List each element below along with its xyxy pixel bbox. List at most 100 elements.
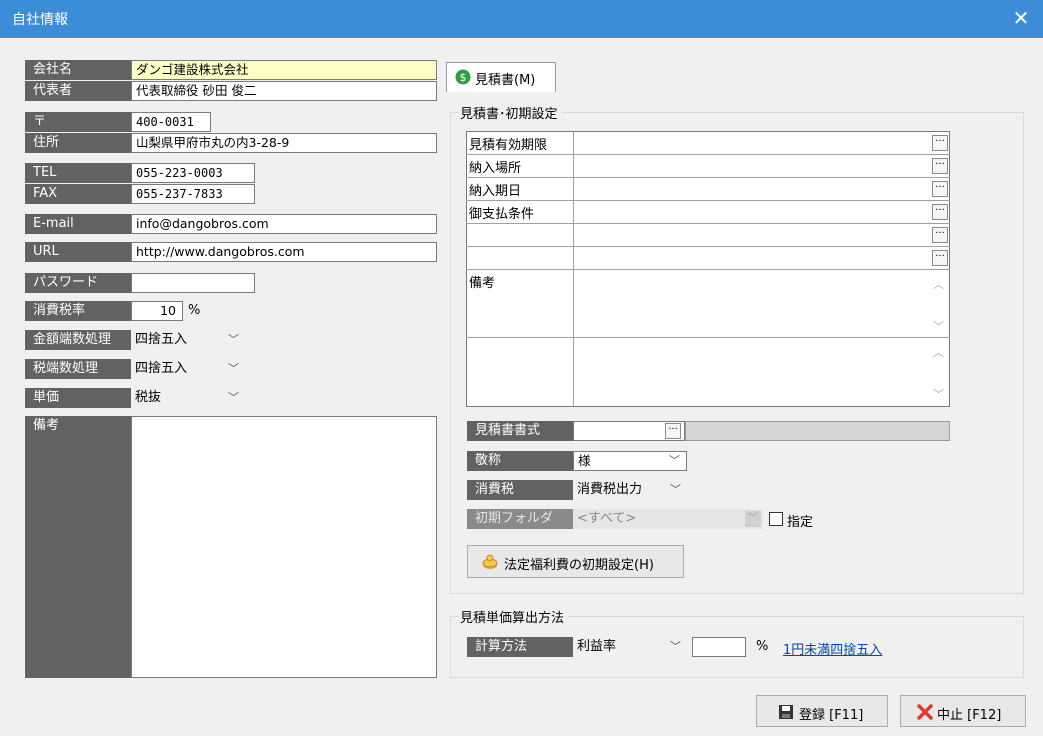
estimate-section-title: 見積書･初期設定 [460,103,562,122]
svg-text:$: $ [460,71,467,84]
ellipsis-icon[interactable]: ··· [932,204,948,220]
initial-folder-select[interactable]: <すべて> ﹀ [573,509,763,529]
chevron-down-icon: ﹀ [670,483,681,496]
zip-label: 〒 [25,112,131,132]
close-icon[interactable]: ✕ [1007,4,1035,32]
tax-rounding-select[interactable]: 四捨五入 ﹀ [131,359,245,379]
estimate-notes-label: 備考 [469,276,496,291]
welfare-settings-button[interactable]: 法定福利費の初期設定(H) [467,545,684,578]
calc-percent-unit: % [756,639,769,654]
fax-label: FAX [25,184,131,204]
company-notes-label: 備考 [25,416,131,678]
calc-method-select[interactable]: 利益率 ﹀ [573,637,687,657]
unit-price-select[interactable]: 税抜 ﹀ [131,388,245,408]
delivery-date-label: 納入期日 [469,184,522,199]
window-title: 自社情報 [12,12,68,28]
chevron-down-icon: ﹀ [669,454,680,467]
amount-rounding-select[interactable]: 四捨五入 ﹀ [131,330,245,350]
format-name-display [685,421,950,441]
estimate-tax-value: 消費税出力 [577,482,643,497]
tab-estimate-label: 見積書(M) [475,73,536,88]
register-button[interactable]: 登録 [F11] [756,695,888,727]
rounding-link[interactable]: 1円未満四捨五入 [783,639,882,658]
amount-rounding-label: 金額端数処理 [25,330,131,350]
scroll-down-icon[interactable]: ﹀ [933,386,944,402]
company-info-dialog: 自社情報 ✕ 会社名 ダンゴ建設株式会社 代表者 代表取締役 砂田 俊二 〒 4… [0,0,1043,736]
chevron-down-icon: ﹀ [228,333,239,346]
calc-method-label: 計算方法 [467,637,573,657]
company-name-field[interactable]: ダンゴ建設株式会社 [131,60,437,80]
validity-label: 見積有効期限 [469,138,548,153]
specify-label: 指定 [787,515,814,530]
grid-row-delivery-place[interactable]: 納入場所 ··· [466,155,950,178]
ellipsis-icon[interactable]: ··· [932,181,948,197]
url-label: URL [25,242,131,262]
grid-row-blank-1[interactable]: ··· [466,224,950,247]
email-field[interactable]: info@dangobros.com [131,214,437,234]
unit-price-label: 単価 [25,388,131,408]
initial-folder-label: 初期フォルダ [467,509,573,529]
email-label: E-mail [25,214,131,234]
scroll-up-icon[interactable]: ︿ [933,276,944,292]
tax-rounding-value: 四捨五入 [135,361,188,376]
grid-row-payment[interactable]: 御支払条件 ··· [466,201,950,224]
representative-field[interactable]: 代表取締役 砂田 俊二 [131,81,437,101]
cancel-label: 中止 [F12] [937,708,1002,723]
url-field[interactable]: http://www.dangobros.com [131,242,437,262]
scroll-up-icon[interactable]: ︿ [933,344,944,360]
coins-icon [482,554,498,569]
grid-row-delivery-date[interactable]: 納入期日 ··· [466,178,950,201]
estimate-tax-select[interactable]: 消費税出力 ﹀ [573,480,687,500]
delivery-place-label: 納入場所 [469,161,522,176]
ellipsis-icon[interactable]: ··· [665,423,681,439]
specify-checkbox[interactable] [769,512,783,526]
payment-terms-label: 御支払条件 [469,207,535,222]
honorific-select[interactable]: 様 ﹀ [573,451,687,471]
address-field[interactable]: 山梨県甲府市丸の内3-28-9 [131,133,437,153]
password-field[interactable] [131,273,255,293]
honorific-value: 様 [578,453,591,468]
welfare-settings-label: 法定福利費の初期設定(H) [504,558,654,573]
ellipsis-icon[interactable]: ··· [932,158,948,174]
calc-method-value: 利益率 [577,639,617,654]
scroll-down-icon[interactable]: ﹀ [933,318,944,334]
save-icon [779,705,793,719]
format-field[interactable]: ··· [573,421,685,441]
amount-rounding-value: 四捨五入 [135,332,188,347]
cancel-x-icon [917,704,933,720]
password-label: パスワード [25,273,131,293]
calc-section-title: 見積単価算出方法 [460,607,569,626]
register-label: 登録 [F11] [799,708,864,723]
format-label: 見積書書式 [467,421,573,441]
tax-rounding-label: 税端数処理 [25,359,131,379]
tax-rate-field[interactable]: 10 [131,301,183,321]
tab-estimate[interactable]: $ 見積書(M) [446,62,556,92]
tel-field[interactable]: 055-223-0003 [131,163,255,183]
tel-label: TEL [25,163,131,183]
unit-price-value: 税抜 [135,390,162,405]
estimate-notes-row-1[interactable]: 備考 ︿ ﹀ [466,270,950,338]
chevron-down-icon: ﹀ [228,362,239,375]
company-notes-textarea[interactable] [131,416,437,678]
address-label: 住所 [25,133,131,153]
zip-field[interactable]: 400-0031 [131,112,211,132]
ellipsis-icon[interactable]: ··· [932,135,948,151]
ellipsis-icon[interactable]: ··· [932,250,948,266]
chevron-down-icon: ﹀ [670,640,681,653]
tax-rate-label: 消費税率 [25,301,131,321]
grid-row-validity[interactable]: 見積有効期限 ··· [466,132,950,155]
estimate-tax-label: 消費税 [467,480,573,500]
dollar-icon: $ [455,69,471,85]
title-bar: 自社情報 ✕ [0,0,1043,38]
calc-percent-field[interactable] [692,637,746,657]
representative-label: 代表者 [25,81,131,101]
company-name-label: 会社名 [25,60,131,80]
cancel-button[interactable]: 中止 [F12] [900,695,1026,727]
estimate-notes-row-2[interactable]: ︿ ﹀ [466,338,950,407]
honorific-label: 敬称 [467,451,573,471]
grid-row-blank-2[interactable]: ··· [466,247,950,270]
chevron-down-icon: ﹀ [228,391,239,404]
fax-field[interactable]: 055-237-7833 [131,184,255,204]
tax-rate-unit: % [188,303,201,318]
ellipsis-icon[interactable]: ··· [932,227,948,243]
